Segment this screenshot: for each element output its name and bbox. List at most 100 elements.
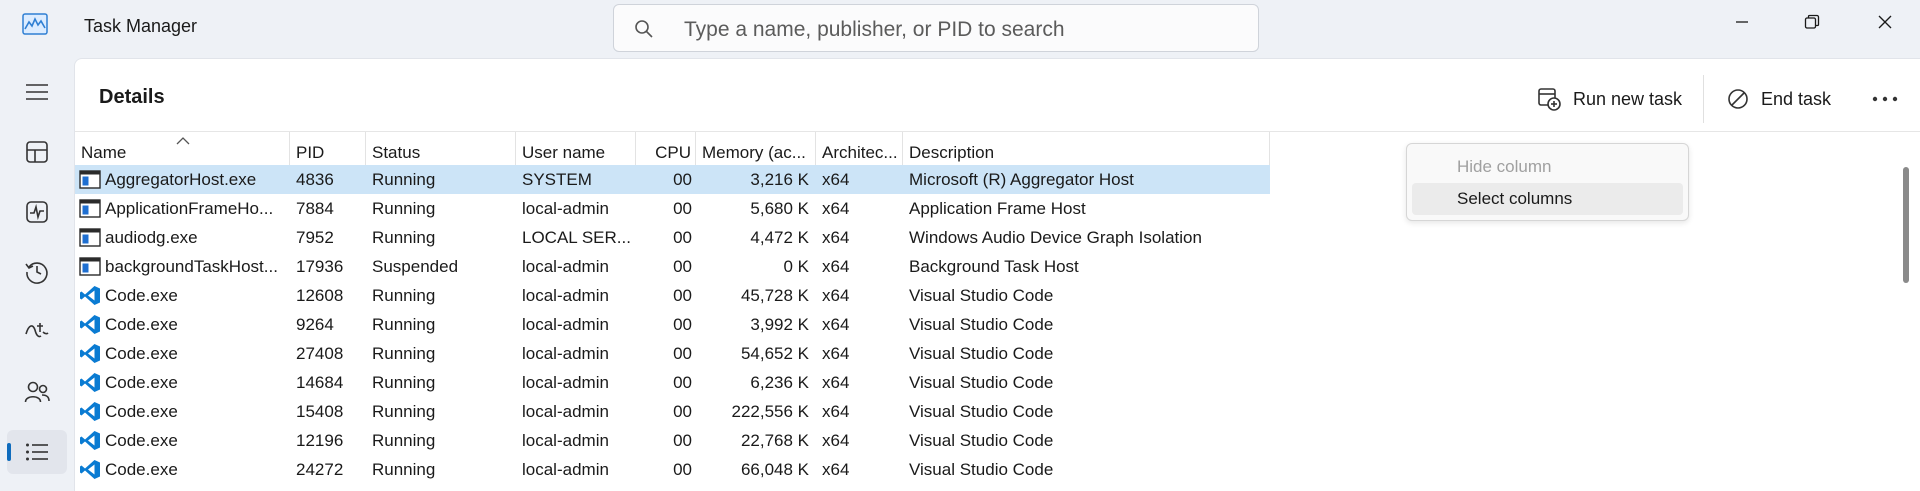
column-header-name[interactable]: Name — [75, 132, 290, 165]
cell-name: AggregatorHost.exe — [105, 170, 257, 189]
vscode-icon — [80, 286, 100, 305]
cell-name: Code.exe — [105, 402, 178, 421]
table-row[interactable]: Code.exe 27408 Running local-admin 00 54,652 … — [75, 339, 1270, 368]
startup-apps-icon — [25, 323, 49, 338]
cell-desc: Visual Studio Code — [909, 373, 1054, 392]
nav-item-app-history[interactable] — [7, 250, 67, 294]
cell-memory: 3,216 K — [750, 170, 809, 189]
table-row[interactable]: ApplicationFrameHo... 7884 Running local-ad… — [75, 194, 1270, 223]
search-icon — [635, 20, 653, 38]
restore-button[interactable] — [1777, 0, 1847, 44]
cell-memory: 5,680 K — [750, 199, 809, 218]
scrollbar-thumb[interactable] — [1903, 167, 1909, 283]
hide-column-menu-item[interactable]: Hide column — [1412, 151, 1683, 183]
cell-status: Running — [372, 199, 436, 218]
table-row[interactable]: AggregatorHost.exe 4836 Running SYSTEM 00 3,2… — [75, 165, 1270, 194]
cell-desc: Visual Studio Code — [909, 344, 1054, 363]
page-title: Details — [99, 86, 165, 108]
cell-pid: 12196 — [296, 431, 344, 450]
details-table: Name PID Status User name CPU Memory (ac… — [75, 132, 1270, 484]
cell-name: Code.exe — [105, 373, 178, 392]
vertical-scrollbar[interactable] — [1898, 137, 1914, 491]
app-history-icon — [25, 262, 48, 284]
select-columns-menu-item[interactable]: Select columns — [1412, 183, 1683, 215]
vscode-icon — [80, 315, 100, 334]
cell-cpu: 00 — [673, 257, 692, 276]
close-button[interactable] — [1850, 0, 1920, 44]
table-row[interactable]: Code.exe 14684 Running local-admin 00 6,236 K… — [75, 368, 1270, 397]
column-header-pid[interactable]: PID — [290, 132, 366, 165]
cell-user: local-admin — [522, 286, 609, 305]
cell-cpu: 00 — [673, 170, 692, 189]
search-input[interactable]: Type a name, publisher, or PID to search — [613, 4, 1259, 52]
cell-cpu: 00 — [673, 286, 692, 305]
end-task-button[interactable]: End task — [1727, 79, 1831, 119]
cell-pid: 12608 — [296, 286, 344, 305]
restore-icon — [1804, 14, 1820, 29]
nav-item-performance[interactable] — [7, 190, 67, 234]
table-header: Name PID Status User name CPU Memory (ac… — [75, 132, 1270, 165]
table-row[interactable]: Code.exe 9264 Running local-admin 00 3,992 K x… — [75, 310, 1270, 339]
more-options-button[interactable] — [1865, 79, 1905, 119]
nav-item-users[interactable] — [7, 370, 67, 414]
cell-arch: x64 — [822, 257, 850, 276]
cell-memory: 6,236 K — [750, 373, 809, 392]
cell-desc: Visual Studio Code — [909, 315, 1054, 334]
cell-desc: Application Frame Host — [909, 199, 1086, 218]
table-row[interactable]: Code.exe 15408 Running local-admin 00 222,556… — [75, 397, 1270, 426]
nav-item-startup-apps[interactable] — [7, 310, 67, 354]
cell-user: local-admin — [522, 373, 609, 392]
cell-desc: Microsoft (R) Aggregator Host — [909, 170, 1134, 189]
cell-arch: x64 — [822, 199, 850, 218]
nav-item-processes[interactable] — [7, 130, 67, 174]
table-row[interactable]: backgroundTaskHost... 17936 Suspended local… — [75, 252, 1270, 281]
cell-user: SYSTEM — [522, 170, 592, 189]
cell-status: Running — [372, 344, 436, 363]
close-icon — [1878, 15, 1892, 29]
cell-user: local-admin — [522, 460, 609, 479]
table-row[interactable]: Code.exe 12196 Running local-admin 00 22,768 … — [75, 426, 1270, 455]
table-row[interactable]: Code.exe 12608 Running local-admin 00 45,728 … — [75, 281, 1270, 310]
vscode-icon — [80, 402, 100, 421]
column-header-user-name[interactable]: User name — [516, 132, 636, 165]
vscode-icon — [80, 373, 100, 392]
column-header-description[interactable]: Description — [903, 132, 1270, 165]
cell-user: local-admin — [522, 315, 609, 334]
column-header-status[interactable]: Status — [366, 132, 516, 165]
column-header-architecture[interactable]: Architec... — [816, 132, 903, 165]
cell-desc: Visual Studio Code — [909, 460, 1054, 479]
vscode-icon — [80, 344, 100, 363]
cell-name: ApplicationFrameHo... — [105, 199, 274, 218]
cell-arch: x64 — [822, 228, 850, 247]
end-task-label: End task — [1761, 88, 1832, 109]
cell-memory: 0 K — [783, 257, 809, 276]
cell-status: Running — [372, 431, 436, 450]
column-header-cpu[interactable]: CPU — [636, 132, 696, 165]
run-new-task-button[interactable]: Run new task — [1537, 79, 1682, 119]
cell-status: Running — [372, 373, 436, 392]
table-row[interactable]: Code.exe 24272 Running local-admin 00 66,048 … — [75, 455, 1270, 484]
vscode-icon — [80, 460, 100, 479]
cell-cpu: 00 — [673, 460, 692, 479]
app-window-icon — [79, 228, 101, 247]
hamburger-menu-icon — [26, 84, 48, 100]
column-header-memory[interactable]: Memory (ac... — [696, 132, 816, 165]
vscode-icon — [80, 431, 100, 450]
cell-cpu: 00 — [673, 344, 692, 363]
table-row[interactable]: audiodg.exe 7952 Running LOCAL SER... 00 4,47… — [75, 223, 1270, 252]
cell-status: Running — [372, 460, 436, 479]
cell-pid: 4836 — [296, 170, 334, 189]
cell-memory: 222,556 K — [731, 402, 809, 421]
cell-status: Running — [372, 315, 436, 334]
nav-item-details[interactable] — [7, 430, 67, 474]
app-window-icon — [79, 199, 101, 218]
cell-status: Running — [372, 402, 436, 421]
cell-user: local-admin — [522, 344, 609, 363]
hamburger-menu-button[interactable] — [7, 70, 67, 114]
table-body: AggregatorHost.exe 4836 Running SYSTEM 00 3,2… — [75, 165, 1270, 484]
cell-user: local-admin — [522, 431, 609, 450]
cell-pid: 9264 — [296, 315, 334, 334]
cell-cpu: 00 — [673, 402, 692, 421]
cell-arch: x64 — [822, 431, 850, 450]
minimize-button[interactable] — [1707, 0, 1777, 44]
